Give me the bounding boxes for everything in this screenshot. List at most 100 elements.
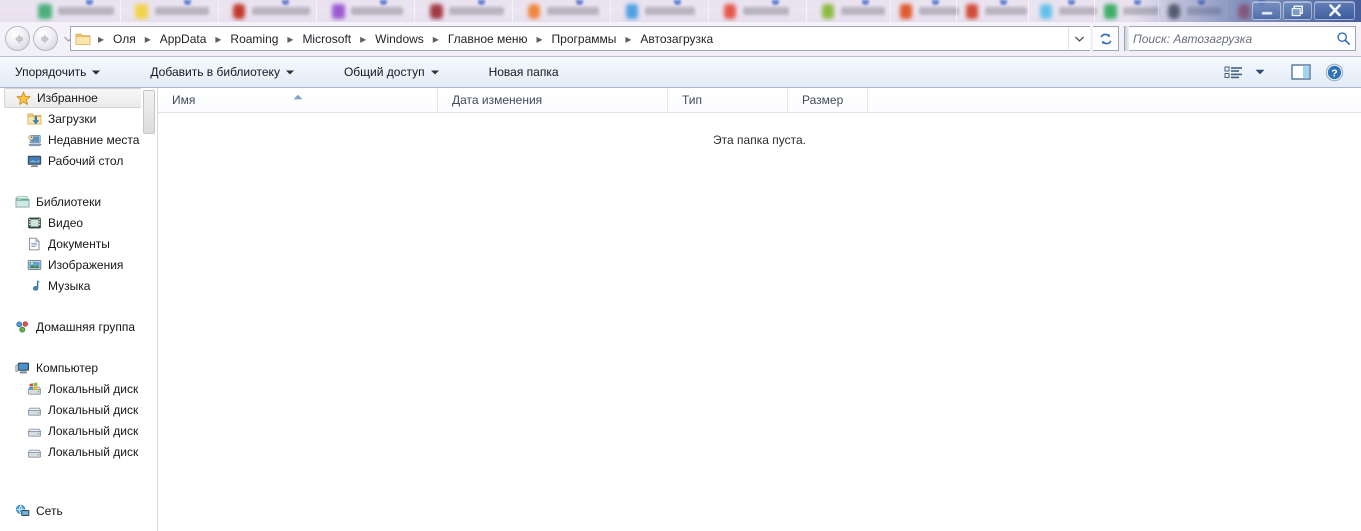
drive-icon <box>26 402 42 418</box>
new-folder-label: Новая папка <box>488 65 559 79</box>
sidebar-item-drive-e[interactable]: Локальный диск (E: <box>0 420 157 441</box>
preview-pane-button[interactable] <box>1284 60 1318 84</box>
change-view-button[interactable] <box>1217 60 1250 84</box>
forward-button[interactable] <box>33 26 58 51</box>
breadcrumb-item-3[interactable]: Microsoft <box>297 29 356 49</box>
homegroup-icon <box>14 319 30 335</box>
back-arrow-icon <box>14 34 23 43</box>
sidebar-group-label: Домашняя группа <box>36 319 136 334</box>
breadcrumb[interactable]: ▸ Оля ▸ AppData ▸ Roaming ▸ Microsoft ▸ … <box>70 26 1090 51</box>
computer-icon <box>14 360 30 376</box>
sidebar-item-label: Локальный диск (F: <box>48 444 157 459</box>
organize-button[interactable]: Упорядочить <box>4 60 111 84</box>
search-box[interactable] <box>1124 26 1356 51</box>
sidebar-item-drive-f[interactable]: Локальный диск (F: <box>0 441 157 462</box>
breadcrumb-separator[interactable]: ▸ <box>211 32 225 46</box>
sidebar-item-recent-places[interactable]: Недавние места <box>0 129 157 150</box>
breadcrumb-item-4[interactable]: Windows <box>370 29 429 49</box>
sidebar-group-label: Компьютер <box>36 360 99 375</box>
sidebar-item-desktop[interactable]: Рабочий стол <box>0 150 157 171</box>
column-headers: Имя Дата изменения Тип Размер <box>158 88 1361 113</box>
help-button[interactable]: ? <box>1318 60 1351 84</box>
sidebar-item-documents[interactable]: Документы <box>0 233 157 254</box>
breadcrumb-separator[interactable]: ▸ <box>356 32 370 46</box>
svg-text:?: ? <box>1331 67 1337 79</box>
sidebar-item-music[interactable]: Музыка <box>0 275 157 296</box>
organize-label: Упорядочить <box>15 65 87 79</box>
explorer-window: ▸ Оля ▸ AppData ▸ Roaming ▸ Microsoft ▸ … <box>0 0 1361 531</box>
scrollbar-thumb[interactable] <box>143 90 155 134</box>
close-icon <box>1328 4 1341 17</box>
breadcrumb-separator[interactable]: ▸ <box>283 32 297 46</box>
maximize-button[interactable] <box>1283 1 1312 20</box>
search-resize-grip[interactable] <box>1125 26 1129 51</box>
desktop-icon <box>26 153 42 169</box>
drive-icon <box>26 423 42 439</box>
column-header-label: Дата изменения <box>452 93 543 107</box>
breadcrumb-separator[interactable]: ▸ <box>141 32 155 46</box>
add-to-library-button[interactable]: Добавить в библиотеку <box>139 60 305 84</box>
network-icon <box>14 503 30 519</box>
downloads-folder-icon <box>26 111 42 127</box>
preview-pane-icon <box>1291 64 1311 80</box>
sidebar-item-drive-c[interactable]: Локальный диск (C <box>0 378 157 399</box>
breadcrumb-item-1[interactable]: AppData <box>155 29 212 49</box>
chevron-down-icon <box>92 70 101 74</box>
breadcrumb-item-7[interactable]: Автозагрузка <box>635 29 718 49</box>
minimize-button[interactable] <box>1252 1 1281 20</box>
sidebar-item-drive-d[interactable]: Локальный диск (D <box>0 399 157 420</box>
sidebar-group-favorites[interactable]: Избранное <box>4 88 151 108</box>
breadcrumb-item-6[interactable]: Программы <box>547 29 622 49</box>
change-view-dropdown[interactable] <box>1250 60 1270 84</box>
chevron-down-icon <box>285 70 294 74</box>
new-folder-button[interactable]: Новая папка <box>478 60 570 84</box>
address-bar-row: ▸ Оля ▸ AppData ▸ Roaming ▸ Microsoft ▸ … <box>0 22 1361 56</box>
libraries-icon <box>14 194 30 210</box>
video-library-icon <box>26 215 42 231</box>
share-with-button[interactable]: Общий доступ <box>333 60 450 84</box>
column-header-date-modified[interactable]: Дата изменения <box>438 88 668 112</box>
refresh-button[interactable] <box>1093 26 1119 51</box>
sidebar-item-label: Изображения <box>48 257 124 272</box>
navigation-pane-scrollbar[interactable] <box>141 88 157 531</box>
sidebar-group-network[interactable]: Сеть <box>0 500 157 521</box>
sidebar-group-computer[interactable]: Компьютер <box>0 357 157 378</box>
share-with-label: Общий доступ <box>343 65 425 79</box>
back-button[interactable] <box>5 26 30 51</box>
drive-icon <box>26 444 42 460</box>
address-history-dropdown[interactable] <box>1068 27 1090 50</box>
sidebar-item-pictures[interactable]: Изображения <box>0 254 157 275</box>
breadcrumb-item-2[interactable]: Roaming <box>225 29 283 49</box>
recent-places-icon <box>26 132 42 148</box>
column-header-type[interactable]: Тип <box>668 88 788 112</box>
breadcrumb-separator[interactable]: ▸ <box>621 32 635 46</box>
sidebar-group-label: Избранное <box>37 91 98 105</box>
breadcrumb-separator[interactable]: ▸ <box>533 32 547 46</box>
column-header-label: Имя <box>172 93 196 107</box>
column-header-name[interactable]: Имя <box>158 88 438 112</box>
file-list-view[interactable]: Имя Дата изменения Тип Размер Эта папка … <box>158 88 1361 531</box>
breadcrumb-separator: ▸ <box>97 31 105 46</box>
forward-arrow-icon <box>40 34 49 43</box>
content-area: Избранное Загрузки Недавние места Рабочи… <box>0 88 1361 531</box>
column-header-size[interactable]: Размер <box>788 88 868 112</box>
column-header-label: Размер <box>802 93 844 107</box>
breadcrumb-item-5[interactable]: Главное меню <box>443 29 533 49</box>
sidebar-item-downloads[interactable]: Загрузки <box>0 108 157 129</box>
refresh-icon <box>1100 33 1111 44</box>
breadcrumb-item-0[interactable]: Оля <box>108 29 141 49</box>
command-toolbar: Упорядочить Добавить в библиотеку Общий … <box>0 56 1361 88</box>
navigation-pane: Избранное Загрузки Недавние места Рабочи… <box>0 88 158 531</box>
navigation-buttons <box>5 26 74 51</box>
documents-library-icon <box>26 236 42 252</box>
empty-folder-message: Эта папка пуста. <box>713 133 806 147</box>
search-input[interactable] <box>1133 31 1336 46</box>
sidebar-group-libraries[interactable]: Библиотеки <box>0 191 157 212</box>
sidebar-item-video[interactable]: Видео <box>0 212 157 233</box>
column-header-label: Тип <box>682 93 703 107</box>
search-icon[interactable] <box>1336 31 1351 46</box>
breadcrumb-separator[interactable]: ▸ <box>429 32 443 46</box>
close-button[interactable] <box>1314 1 1355 20</box>
title-bar <box>0 0 1361 22</box>
sidebar-group-homegroup[interactable]: Домашняя группа <box>0 316 157 337</box>
